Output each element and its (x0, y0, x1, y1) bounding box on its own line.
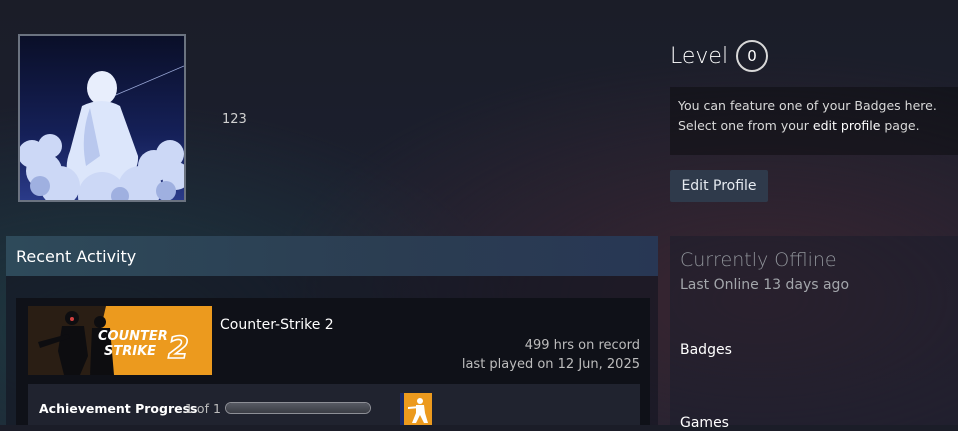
game-last-played: last played on 12 Jun, 2025 (461, 357, 640, 372)
edit-profile-button[interactable]: Edit Profile (670, 170, 768, 202)
achievement-count: 1 of 1 (185, 401, 221, 416)
recent-activity-header: Recent Activity (6, 236, 658, 276)
badge-showcase-suffix: page. (880, 118, 920, 133)
achievement-progress-label[interactable]: Achievement Progress (39, 401, 197, 416)
edit-profile-link[interactable]: edit profile (813, 118, 880, 133)
capsule-title-line2: STRIKE (104, 344, 156, 359)
game-name-link[interactable]: Counter-Strike 2 (220, 317, 334, 333)
badge-showcase-prefix: Select one from your (678, 118, 813, 133)
achievement-progress-fill (226, 403, 370, 413)
level-display: Level 0 (670, 40, 769, 72)
achievement-progress-bar (225, 402, 371, 414)
capsule-title-line1: COUNTER (98, 329, 168, 344)
profile-username: 123 (222, 112, 247, 127)
achievement-icon[interactable] (400, 393, 432, 425)
badge-showcase-line2: Select one from your edit profile page. (678, 116, 950, 136)
online-status-title: Currently Offline (680, 249, 837, 271)
game-capsule-image[interactable]: COUNTER STRIKE 2 (28, 306, 212, 375)
last-online-text: Last Online 13 days ago (680, 277, 850, 293)
badge-showcase-box: You can feature one of your Badges here.… (670, 87, 958, 155)
capsule-title-number: 2 (168, 331, 189, 366)
nav-badges-link[interactable]: Badges (680, 342, 732, 358)
profile-avatar[interactable] (18, 34, 186, 202)
badge-showcase-line1: You can feature one of your Badges here. (678, 98, 937, 113)
level-badge: 0 (736, 40, 769, 72)
game-hours-on-record: 499 hrs on record (524, 338, 640, 353)
recent-activity-title: Recent Activity (16, 246, 137, 266)
nav-games-link[interactable]: Games (680, 415, 729, 431)
level-label: Level (670, 43, 729, 69)
